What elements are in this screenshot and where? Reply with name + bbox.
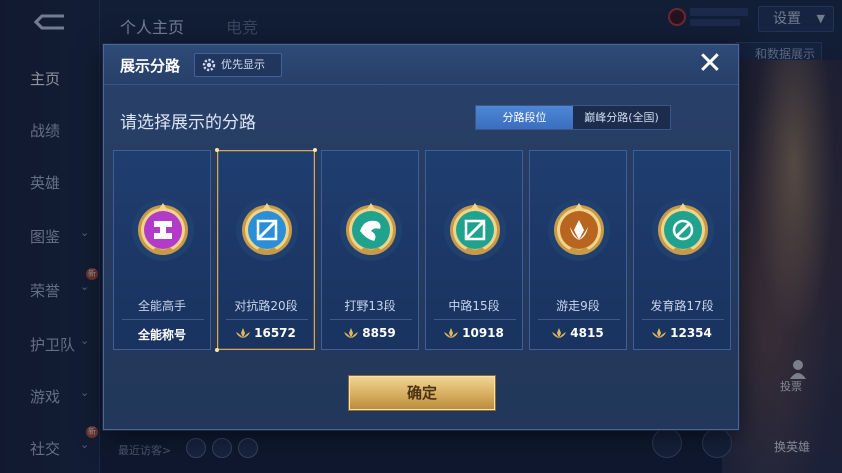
- rank-points-icon: [344, 328, 359, 338]
- lane-score: 10918: [426, 326, 522, 340]
- rank-points-icon: [652, 328, 667, 338]
- jungle-emblem-icon: [340, 199, 402, 261]
- lane-card[interactable]: 中路15段 10918: [425, 150, 523, 350]
- lane-score-value: 10918: [462, 326, 504, 340]
- gear-icon: [202, 58, 216, 72]
- dialog-title: 展示分路: [120, 57, 181, 75]
- card-divider: [434, 319, 516, 320]
- lane-display-dialog: 展示分路 优先显示 ✕ 请选择展示的分路 分路段位 巅峰分路(全国) 全能高手全…: [103, 44, 739, 430]
- lane-score: 12354: [634, 326, 730, 340]
- lane-rank-label: 中路15段: [448, 299, 500, 313]
- card-divider: [642, 319, 724, 320]
- close-icon[interactable]: ✕: [694, 49, 726, 81]
- allround-emblem-icon: [132, 199, 194, 261]
- card-divider: [226, 319, 308, 320]
- lane-rank-label: 对抗路20段: [234, 299, 298, 313]
- card-divider: [330, 319, 412, 320]
- toggle-lane-rank[interactable]: 分路段位: [476, 106, 573, 129]
- rank-type-toggle: 分路段位 巅峰分路(全国): [475, 105, 671, 130]
- lane-score: 4815: [530, 326, 626, 340]
- mid-lane-emblem-icon: [444, 199, 506, 261]
- toggle-peak-lane[interactable]: 巅峰分路(全国): [573, 106, 670, 129]
- selected-corner-marker: [215, 348, 219, 352]
- card-divider: [122, 319, 204, 320]
- lane-score-value: 8859: [362, 326, 396, 340]
- rank-points-icon: [552, 328, 567, 338]
- rank-points-icon: [236, 328, 251, 338]
- lane-card-list: 全能高手 全能称号 对抗路20段 16572 打野13段 8859 中路15段 10918 游走…: [113, 148, 733, 352]
- confirm-button[interactable]: 确定: [348, 375, 496, 411]
- priority-display-button[interactable]: 优先显示: [194, 53, 282, 77]
- lane-card[interactable]: 打野13段 8859: [321, 150, 419, 350]
- lane-score: 全能称号: [114, 326, 210, 343]
- lane-score-value: 4815: [570, 326, 604, 340]
- lane-card[interactable]: 发育路17段 12354: [633, 150, 731, 350]
- rank-points-icon: [444, 328, 459, 338]
- lane-score-value: 12354: [670, 326, 712, 340]
- selected-corner-marker: [313, 148, 317, 152]
- dialog-subtitle: 请选择展示的分路: [120, 113, 256, 133]
- lane-card[interactable]: 游走9段 4815: [529, 150, 627, 350]
- priority-display-label: 优先显示: [221, 58, 265, 71]
- lane-rank-label: 发育路17段: [650, 299, 714, 313]
- selected-corner-marker: [215, 148, 219, 152]
- lane-rank-label: 打野13段: [344, 299, 396, 313]
- card-divider: [538, 319, 620, 320]
- lane-score: 8859: [322, 326, 418, 340]
- dialog-header: 展示分路 优先显示 ✕: [104, 45, 738, 85]
- lane-score-value: 全能称号: [137, 328, 186, 342]
- lane-rank-label: 游走9段: [556, 299, 600, 313]
- lane-score: 16572: [218, 326, 314, 340]
- lane-card[interactable]: 对抗路20段 16572: [215, 148, 317, 352]
- roam-emblem-icon: [548, 199, 610, 261]
- farm-lane-emblem-icon: [652, 199, 714, 261]
- lane-rank-label: 全能高手: [137, 299, 186, 313]
- lane-card[interactable]: 全能高手 全能称号: [113, 150, 211, 350]
- clash-lane-emblem-icon: [236, 199, 298, 261]
- lane-score-value: 16572: [254, 326, 296, 340]
